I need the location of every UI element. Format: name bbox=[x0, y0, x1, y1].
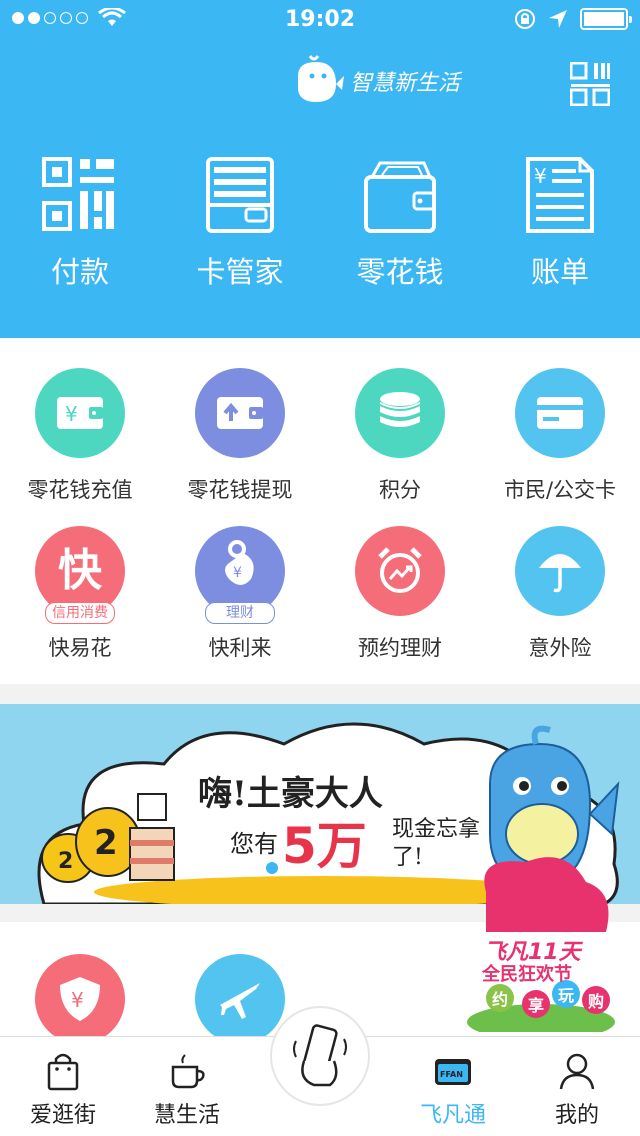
service-citizen-card[interactable]: 市民/公交卡 bbox=[480, 368, 640, 526]
ok-hand-coin-icon: ¥ bbox=[225, 540, 254, 585]
coffee-cup-icon bbox=[171, 1054, 205, 1089]
svg-text:¥: ¥ bbox=[534, 164, 547, 188]
wallet-withdraw-icon bbox=[217, 397, 263, 429]
rotation-lock-icon bbox=[515, 9, 535, 29]
kuai-glyph-icon: 快 bbox=[58, 545, 102, 596]
money-bag-icon: 2 2 bbox=[41, 793, 175, 883]
festival-promo-badge[interactable]: 飞凡11天 全民狂欢节 约 享 玩 购 bbox=[466, 852, 616, 1040]
user-profile-icon bbox=[559, 1053, 595, 1090]
shopping-bag-icon bbox=[47, 1053, 79, 1091]
logo-text: 智慧新生活 bbox=[350, 71, 461, 96]
service-kuaiyihua[interactable]: 快 信用消费 快易花 bbox=[0, 526, 160, 684]
banner-text-prefix: 您有 bbox=[230, 830, 278, 858]
quick-action-card-manager[interactable]: 卡管家 bbox=[160, 155, 320, 291]
quick-action-pay[interactable]: 付款 bbox=[0, 155, 160, 291]
service-points[interactable]: 积分 bbox=[320, 368, 480, 526]
alarm-clock-icon bbox=[378, 547, 422, 593]
service-accident-insurance[interactable]: 意外险 bbox=[480, 526, 640, 684]
banner-pager-dot[interactable] bbox=[266, 862, 278, 874]
ffan-card-icon: FFAN bbox=[435, 1059, 471, 1085]
svg-text:¥: ¥ bbox=[71, 988, 84, 1012]
tab-mine[interactable]: 我的 bbox=[522, 1037, 632, 1136]
tab-shopping[interactable]: 爱逛街 bbox=[8, 1037, 118, 1136]
quick-actions: 付款 卡管家 零花钱 ¥ 账单 bbox=[0, 155, 640, 291]
app-header: 智慧新生活 bbox=[0, 40, 640, 128]
shake-phone-button[interactable] bbox=[270, 1006, 370, 1106]
svg-text:¥: ¥ bbox=[233, 565, 242, 581]
location-icon bbox=[549, 10, 567, 28]
banner-amount: 5万 bbox=[282, 817, 367, 875]
airplane-icon bbox=[220, 983, 260, 1019]
card-wallet-icon bbox=[206, 157, 274, 233]
qr-pay-icon bbox=[42, 157, 114, 231]
finance-badge: 理财 bbox=[205, 602, 275, 624]
qr-code-icon[interactable] bbox=[570, 62, 610, 106]
wallet-cash-icon bbox=[364, 161, 436, 233]
svg-text:¥: ¥ bbox=[65, 402, 78, 426]
services-grid: ¥ 零花钱充值 零花钱提现 积分 市民/公交卡 快 信用消费 快易花 ¥ 理财 … bbox=[0, 338, 640, 684]
tab-life[interactable]: 慧生活 bbox=[132, 1037, 242, 1136]
svg-text:2: 2 bbox=[58, 849, 73, 874]
battery-icon bbox=[580, 8, 632, 30]
umbrella-icon bbox=[539, 554, 581, 593]
quick-action-pocket-money[interactable]: 零花钱 bbox=[320, 155, 480, 291]
credit-badge: 信用消费 bbox=[45, 602, 115, 624]
coin-stack-icon bbox=[380, 392, 420, 427]
service-withdraw[interactable]: 零花钱提现 bbox=[160, 368, 320, 526]
service-account-security[interactable]: ¥ bbox=[0, 954, 160, 1044]
shake-phone-icon bbox=[293, 1024, 347, 1087]
service-reserve-finance[interactable]: 预约理财 bbox=[320, 526, 480, 684]
service-kuaililai[interactable]: ¥ 理财 快利来 bbox=[160, 526, 320, 684]
shield-yuan-icon: ¥ bbox=[60, 977, 100, 1021]
top-header-area: 19:02 智慧新生活 付款 卡管家 零花钱 ¥ 账单 bbox=[0, 0, 640, 338]
svg-text:2: 2 bbox=[94, 823, 118, 863]
svg-text:FFAN: FFAN bbox=[440, 1070, 463, 1079]
bill-document-icon: ¥ bbox=[526, 157, 594, 233]
quick-action-bill[interactable]: ¥ 账单 bbox=[480, 155, 640, 291]
status-bar: 19:02 bbox=[0, 0, 640, 40]
bus-card-icon bbox=[537, 397, 583, 429]
tab-ffan[interactable]: FFAN 飞凡通 bbox=[398, 1037, 508, 1136]
wallet-recharge-icon: ¥ bbox=[57, 397, 103, 429]
whale-logo-icon bbox=[298, 55, 344, 102]
service-recharge[interactable]: ¥ 零花钱充值 bbox=[0, 368, 160, 526]
app-logo: 智慧新生活 bbox=[292, 54, 460, 108]
